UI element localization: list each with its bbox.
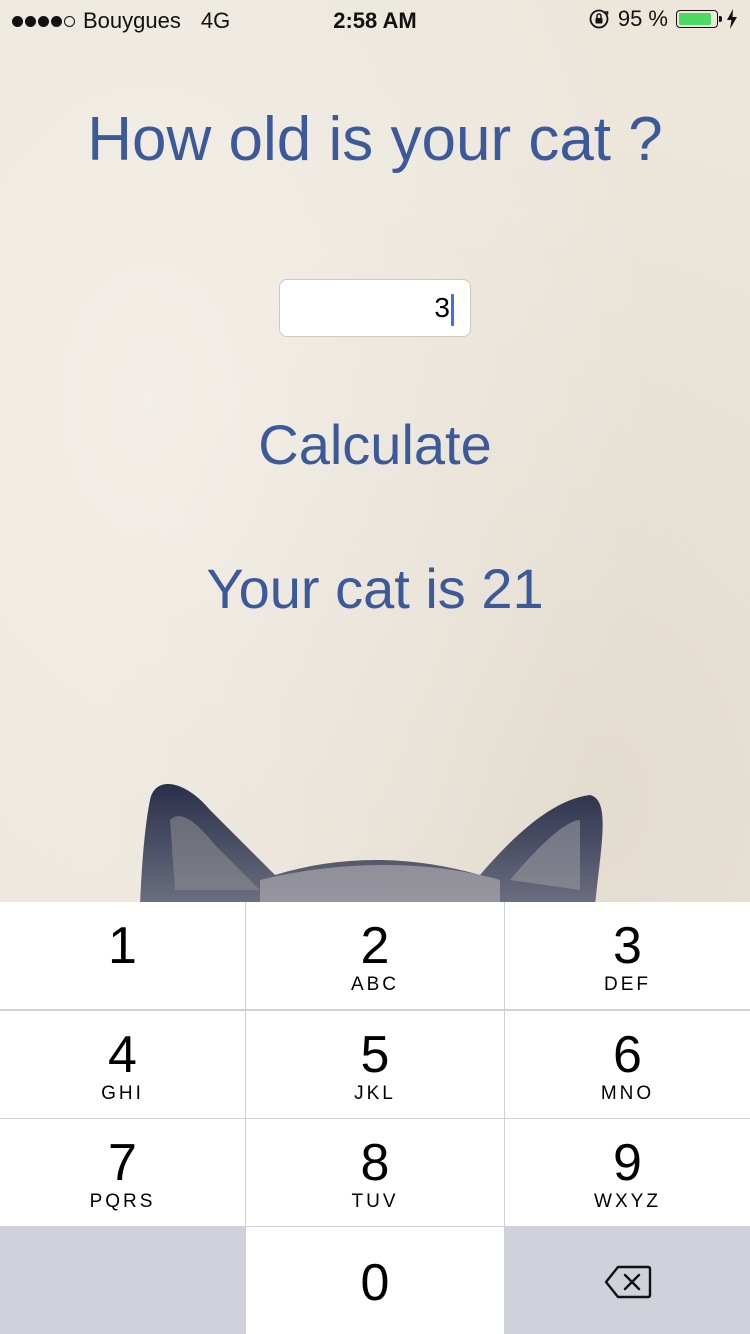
key-digit: 7 — [108, 1134, 137, 1192]
key-digit: 1 — [108, 917, 137, 975]
key-letters: GHI — [101, 1083, 144, 1104]
key-6[interactable]: 6 MNO — [505, 1011, 750, 1118]
key-1[interactable]: 1 — [0, 902, 245, 1009]
calculate-button[interactable]: Calculate — [0, 412, 750, 477]
key-digit: 3 — [613, 917, 642, 975]
cat-age-value: 3 — [434, 292, 450, 323]
result-text: Your cat is 21 — [206, 557, 544, 620]
key-0[interactable]: 0 — [246, 1227, 504, 1334]
numeric-keypad: 1 2 ABC 3 DEF 4 GHI 5 JKL 6 MNO 7 PQRS 8 TUV 9 WXYZ 0 — [0, 902, 750, 1334]
key-letters: MNO — [600, 1083, 655, 1104]
key-letters: WXYZ — [594, 1191, 661, 1212]
key-8[interactable]: 8 TUV — [246, 1119, 504, 1226]
key-digit: 0 — [360, 1254, 390, 1312]
text-caret — [451, 293, 454, 326]
rotation-lock-icon — [589, 9, 609, 29]
charging-bolt-icon — [727, 9, 737, 29]
key-5[interactable]: 5 JKL — [246, 1011, 504, 1118]
battery-icon — [676, 10, 722, 28]
key-digit: 5 — [360, 1026, 390, 1084]
app-screen: Bouygues 4G 2:58 AM 95 % How old is your… — [0, 0, 750, 1334]
key-letters: JKL — [354, 1083, 396, 1104]
backspace-icon — [604, 1265, 652, 1299]
key-letters: PQRS — [89, 1191, 156, 1212]
status-bar: Bouygues 4G 2:58 AM 95 % — [0, 0, 750, 40]
key-letters: DEF — [604, 974, 651, 995]
key-letters: ABC — [350, 974, 400, 995]
key-4[interactable]: 4 GHI — [0, 1011, 245, 1118]
key-2[interactable]: 2 ABC — [246, 902, 504, 1009]
key-letters: TUV — [351, 1191, 399, 1212]
key-7[interactable]: 7 PQRS — [0, 1119, 245, 1226]
cat-ears-image — [140, 783, 603, 905]
key-9[interactable]: 9 WXYZ — [505, 1119, 750, 1226]
key-3[interactable]: 3 DEF — [505, 902, 750, 1009]
delete-key[interactable] — [505, 1226, 750, 1334]
status-right: 95 % — [588, 6, 738, 32]
keypad-blank-key — [0, 1226, 245, 1334]
battery-percent: 95 % — [617, 6, 668, 31]
battery-level-fill — [679, 13, 712, 25]
key-digit: 6 — [613, 1026, 642, 1084]
key-digit: 9 — [613, 1134, 642, 1192]
key-digit: 2 — [360, 917, 390, 975]
cat-age-input[interactable]: 3 — [279, 279, 471, 337]
key-digit: 4 — [108, 1026, 137, 1084]
key-digit: 8 — [360, 1134, 390, 1192]
page-title: How old is your cat ? — [87, 105, 663, 174]
